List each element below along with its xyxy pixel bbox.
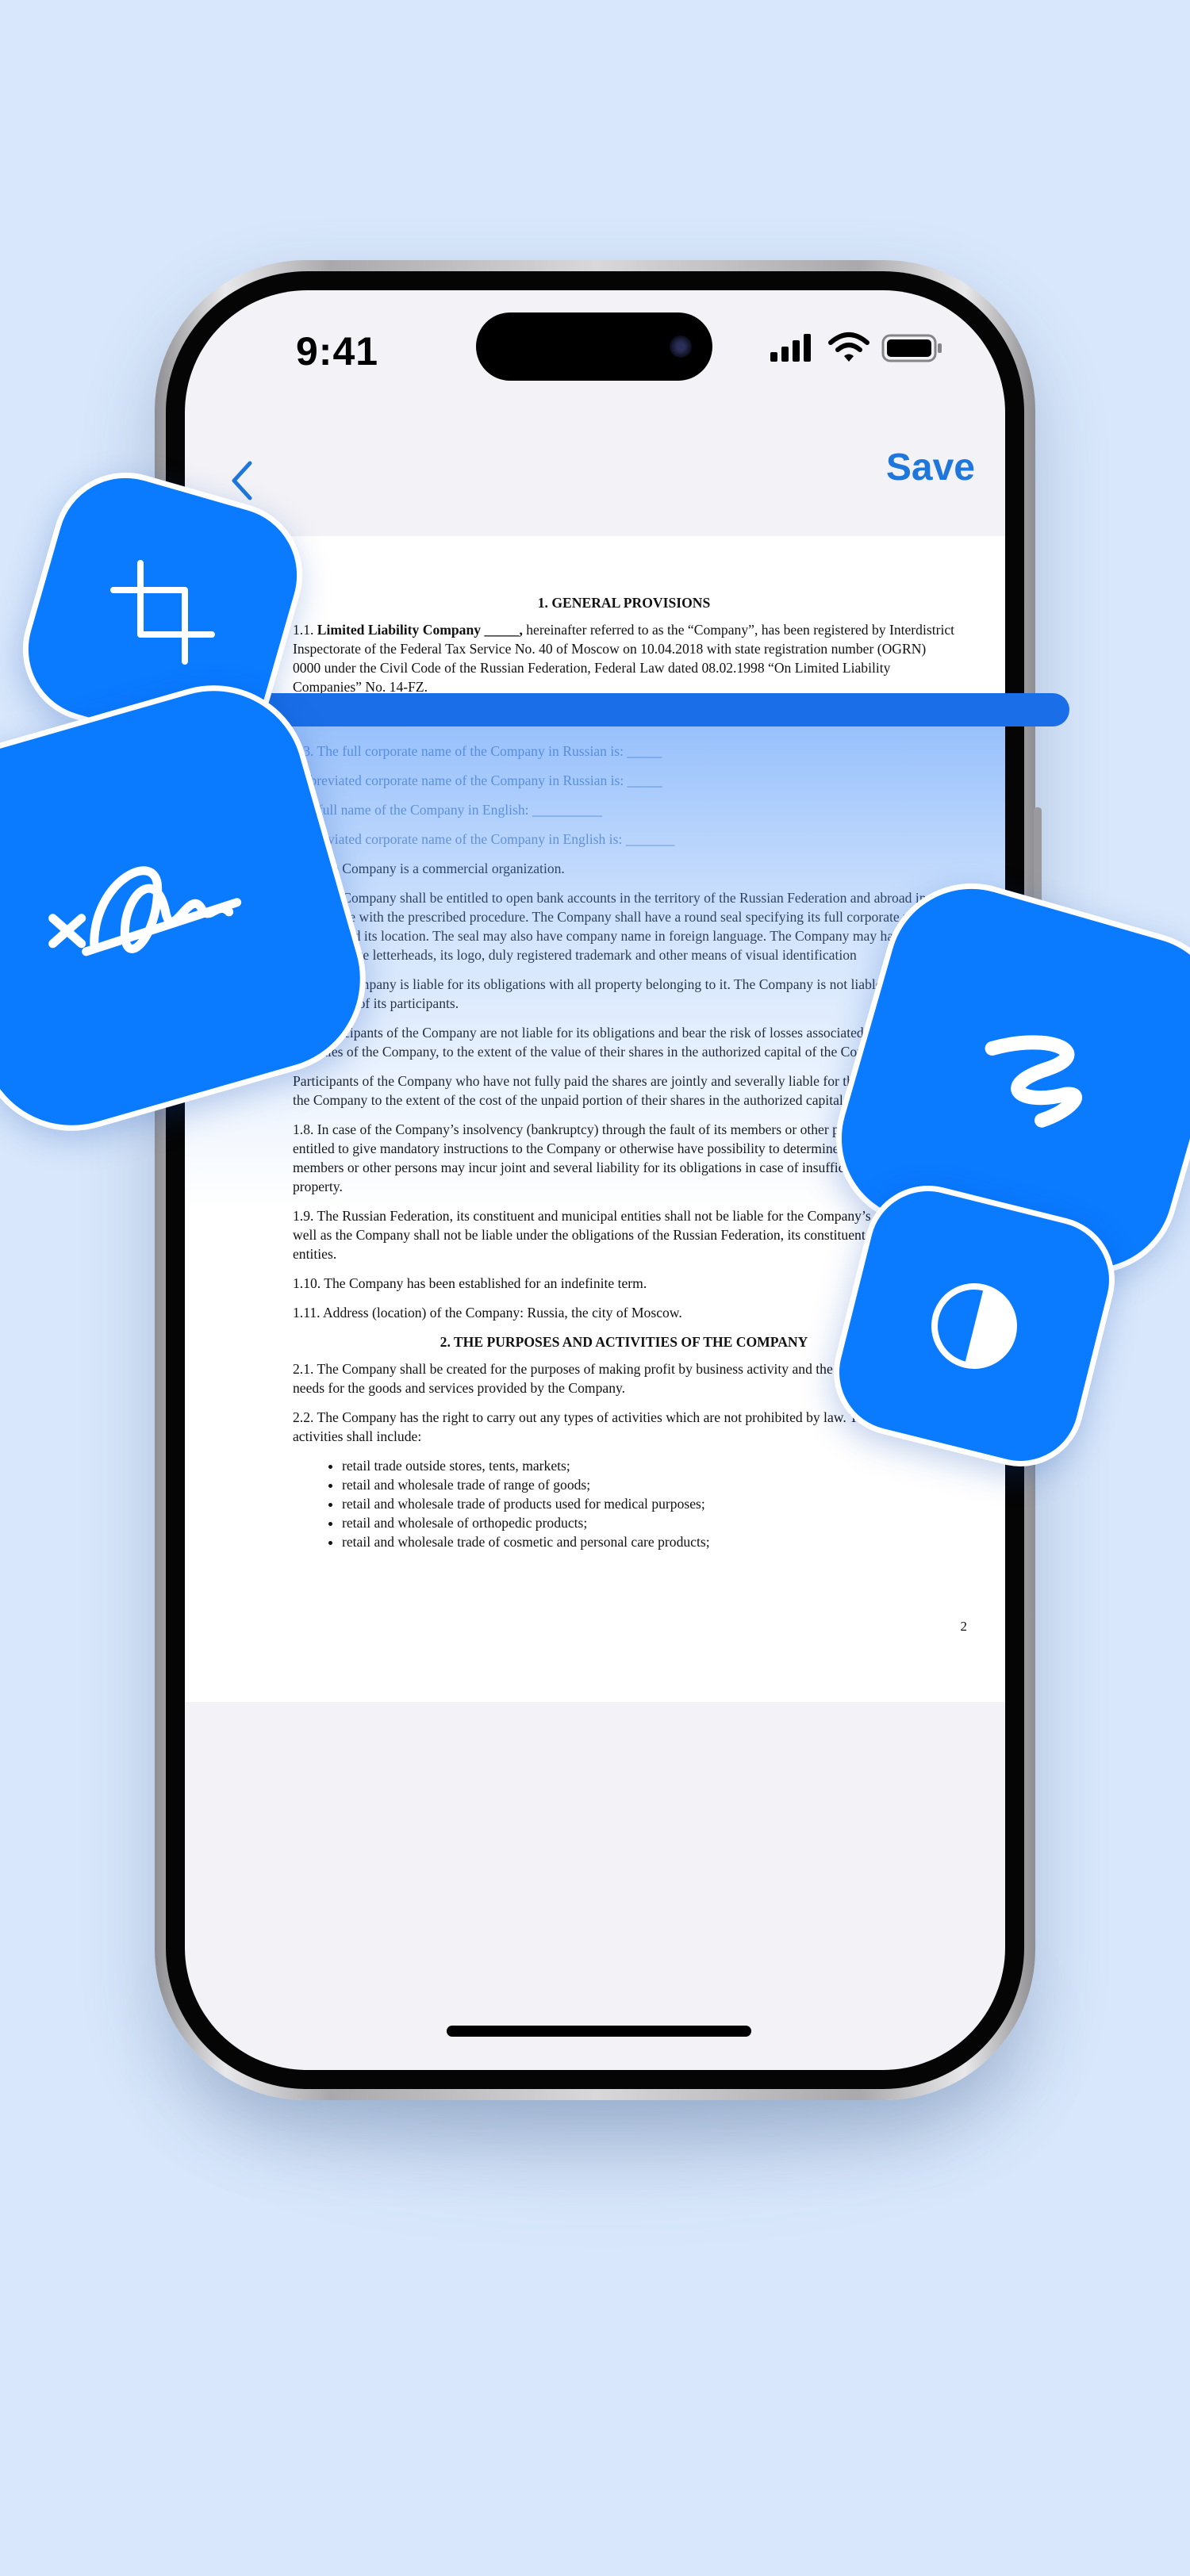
paragraph-abbr-ru: Abbreviated corporate name of the Compan… — [293, 772, 662, 788]
list-item: retail and wholesale of orthopedic produ… — [342, 1513, 955, 1532]
front-camera — [670, 335, 692, 358]
activities-list: retail trade outside stores, tents, mark… — [293, 1456, 955, 1551]
list-item: retail and wholesale trade of products u… — [342, 1494, 955, 1513]
draw-icon — [985, 1035, 1083, 1128]
status-time: 9:41 — [296, 329, 379, 374]
list-item: retail and wholesale trade of cosmetic a… — [342, 1532, 955, 1551]
battery-icon — [881, 334, 942, 362]
contrast-icon — [931, 1283, 1017, 1370]
page-number: 2 — [960, 1619, 968, 1634]
home-indicator[interactable] — [447, 2026, 751, 2037]
status-icons — [769, 332, 943, 363]
paragraph-1-4: 1.4. The Company is a commercial organiz… — [293, 861, 565, 876]
wifi-icon — [828, 332, 869, 362]
paragraph-1-9: 1.9. The Russian Federation, its constit… — [293, 1208, 952, 1262]
list-item: retail and wholesale trade of range of g… — [342, 1475, 955, 1494]
paragraph-1-3: 1.3. The full corporate name of the Comp… — [293, 743, 662, 759]
paragraph-1-5: 1.5. The Company shall be entitled to op… — [293, 890, 950, 963]
paragraph-1-1: 1.1. Limited Liability Company _____, he… — [293, 622, 955, 695]
list-item: retail trade outside stores, tents, mark… — [342, 1456, 955, 1475]
crop-icon — [110, 560, 215, 665]
chevron-left-icon — [232, 461, 252, 500]
signal-icon — [770, 334, 811, 362]
scan-bar[interactable] — [255, 693, 1069, 726]
save-button[interactable]: Save — [886, 446, 975, 489]
paragraph-full-en: The full name of the Company in English:… — [293, 802, 602, 818]
paragraph-1-6: 1.6. The Company is liable for its oblig… — [293, 976, 923, 1011]
signature-icon — [48, 866, 242, 956]
paragraph-abbr-en: Abbreviated corporate name of the Compan… — [293, 831, 675, 847]
back-button[interactable] — [226, 457, 258, 504]
dynamic-island — [476, 312, 712, 381]
section-heading: 1. GENERAL PROVISIONS — [537, 595, 711, 611]
